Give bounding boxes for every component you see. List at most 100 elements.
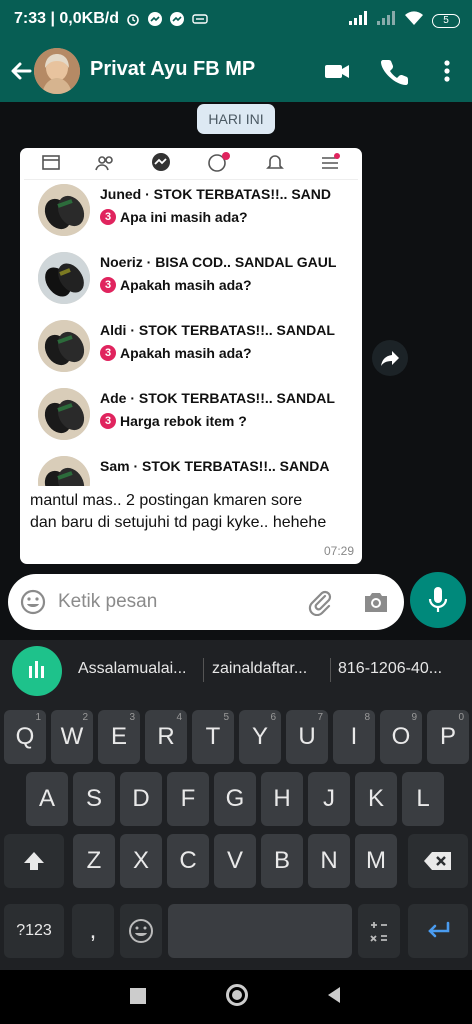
key-label: I: [350, 723, 358, 750]
key-f[interactable]: F: [167, 772, 209, 826]
key-g[interactable]: G: [214, 772, 256, 826]
key-c[interactable]: C: [167, 834, 209, 888]
more-vert-icon[interactable]: [432, 56, 462, 86]
key-e[interactable]: 3E: [98, 710, 140, 764]
sandal-thumbnail: [38, 184, 90, 236]
bell-icon: [265, 152, 285, 177]
message-input-bar[interactable]: Ketik pesan: [8, 574, 404, 630]
camera-icon[interactable]: [362, 588, 390, 616]
notification-icon: [191, 11, 208, 27]
contact-name[interactable]: Privat Ayu FB MP: [90, 58, 255, 81]
key-d[interactable]: D: [120, 772, 162, 826]
key-hint: 6: [270, 712, 276, 723]
suggestion-3[interactable]: 816-1206-40...: [338, 660, 442, 678]
image-message-bubble[interactable]: Juned · STOK TERBATAS!!.. SAND 3 Apa ini …: [20, 148, 362, 564]
status-bar: 7:33 | 0,0KB/d 5: [0, 0, 472, 42]
key-label: E: [110, 723, 127, 750]
key-hint: 3: [129, 712, 135, 723]
unread-badge: 3: [100, 209, 116, 225]
enter-icon[interactable]: [408, 904, 468, 958]
conversation-name: Aldi · STOK TERBATAS!!.. SANDAL: [100, 322, 335, 338]
date-chip: HARI INI: [197, 104, 275, 134]
key-hint: 8: [364, 712, 370, 723]
message-input-placeholder[interactable]: Ketik pesan: [58, 591, 157, 613]
math-symbols-icon[interactable]: [358, 904, 400, 958]
shift-key[interactable]: [4, 834, 64, 888]
keyboard-app-icon[interactable]: [12, 646, 62, 696]
key-label: W: [60, 723, 84, 750]
fb-nav-bar: [24, 150, 358, 180]
key-x[interactable]: X: [120, 834, 162, 888]
conversation-row: Noeriz · BISA COD.. SANDAL GAUL 3 Apakah …: [24, 248, 358, 312]
calendar-icon: [41, 153, 61, 176]
signal-2-icon: [376, 10, 396, 31]
key-k[interactable]: K: [355, 772, 397, 826]
suggestion-2[interactable]: zainaldaftar...: [212, 660, 307, 678]
key-i[interactable]: 8I: [333, 710, 375, 764]
sandal-thumbnail: [38, 252, 90, 304]
symbols-key[interactable]: ?123: [4, 904, 64, 958]
profile-icon: [206, 151, 232, 178]
conversation-name: Noeriz · BISA COD.. SANDAL GAUL: [100, 254, 337, 270]
chat-area[interactable]: HARI INI Juned · STOK TERBATAS!!.. SAND …: [0, 102, 472, 640]
conversation-row: Ade · STOK TERBATAS!!.. SANDAL 3 Harga re…: [24, 384, 358, 448]
key-p[interactable]: 0P: [427, 710, 469, 764]
key-s[interactable]: S: [73, 772, 115, 826]
video-call-icon[interactable]: [322, 56, 352, 86]
key-hint: 4: [176, 712, 182, 723]
back-arrow-icon[interactable]: [6, 56, 36, 86]
message-image[interactable]: Juned · STOK TERBATAS!!.. SAND 3 Apa ini …: [24, 150, 358, 486]
recents-icon[interactable]: [130, 988, 146, 1004]
key-a[interactable]: A: [26, 772, 68, 826]
home-icon[interactable]: [226, 984, 248, 1006]
key-label: Q: [15, 723, 35, 750]
attach-icon[interactable]: [306, 588, 334, 617]
key-r[interactable]: 4R: [145, 710, 187, 764]
emoji-icon[interactable]: [20, 589, 46, 615]
message-time: 07:29: [323, 544, 354, 558]
key-t[interactable]: 5T: [192, 710, 234, 764]
suggestion-bar: Assalamualai... zainaldaftar... 816-1206…: [0, 640, 472, 700]
sandal-thumbnail: [38, 388, 90, 440]
key-w[interactable]: 2W: [51, 710, 93, 764]
key-b[interactable]: B: [261, 834, 303, 888]
sandal-thumbnail: [38, 456, 90, 486]
avatar[interactable]: [34, 48, 80, 94]
key-l[interactable]: L: [402, 772, 444, 826]
phone-icon[interactable]: [380, 56, 410, 86]
conversation-message: 3 Apakah masih ada?: [100, 277, 252, 293]
status-time-speed: 7:33 | 0,0KB/d: [14, 10, 119, 27]
messenger-icon-fb: [150, 151, 172, 178]
status-right: 5: [348, 10, 460, 31]
key-n[interactable]: N: [308, 834, 350, 888]
key-y[interactable]: 6Y: [239, 710, 281, 764]
status-left: 7:33 | 0,0KB/d: [14, 10, 208, 28]
backspace-icon[interactable]: [408, 834, 468, 888]
chat-header: Privat Ayu FB MP: [0, 42, 472, 102]
emoji-key-icon[interactable]: [120, 904, 162, 958]
back-nav-icon[interactable]: [326, 986, 342, 1009]
alarm-icon: [125, 11, 141, 27]
key-h[interactable]: H: [261, 772, 303, 826]
signal-icon: [348, 10, 368, 31]
comma-key[interactable]: ,: [72, 904, 114, 958]
key-o[interactable]: 9O: [380, 710, 422, 764]
key-label: U: [298, 723, 316, 750]
key-u[interactable]: 7U: [286, 710, 328, 764]
suggestion-1[interactable]: Assalamualai...: [78, 660, 187, 678]
key-q[interactable]: 1Q: [4, 710, 46, 764]
key-v[interactable]: V: [214, 834, 256, 888]
space-key[interactable]: [168, 904, 352, 958]
battery-icon: 5: [432, 13, 460, 28]
key-hint: 5: [223, 712, 229, 723]
conversation-message: 3 Apakah masih ada?: [100, 345, 252, 361]
forward-icon[interactable]: [372, 340, 408, 376]
conversation-name: Ade · STOK TERBATAS!!.. SANDAL: [100, 390, 335, 406]
unread-badge: 3: [100, 413, 116, 429]
key-z[interactable]: Z: [73, 834, 115, 888]
sandal-thumbnail: [38, 320, 90, 372]
conversation-text: Apakah masih ada?: [120, 277, 252, 293]
key-m[interactable]: M: [355, 834, 397, 888]
key-j[interactable]: J: [308, 772, 350, 826]
mic-icon[interactable]: [410, 572, 466, 628]
